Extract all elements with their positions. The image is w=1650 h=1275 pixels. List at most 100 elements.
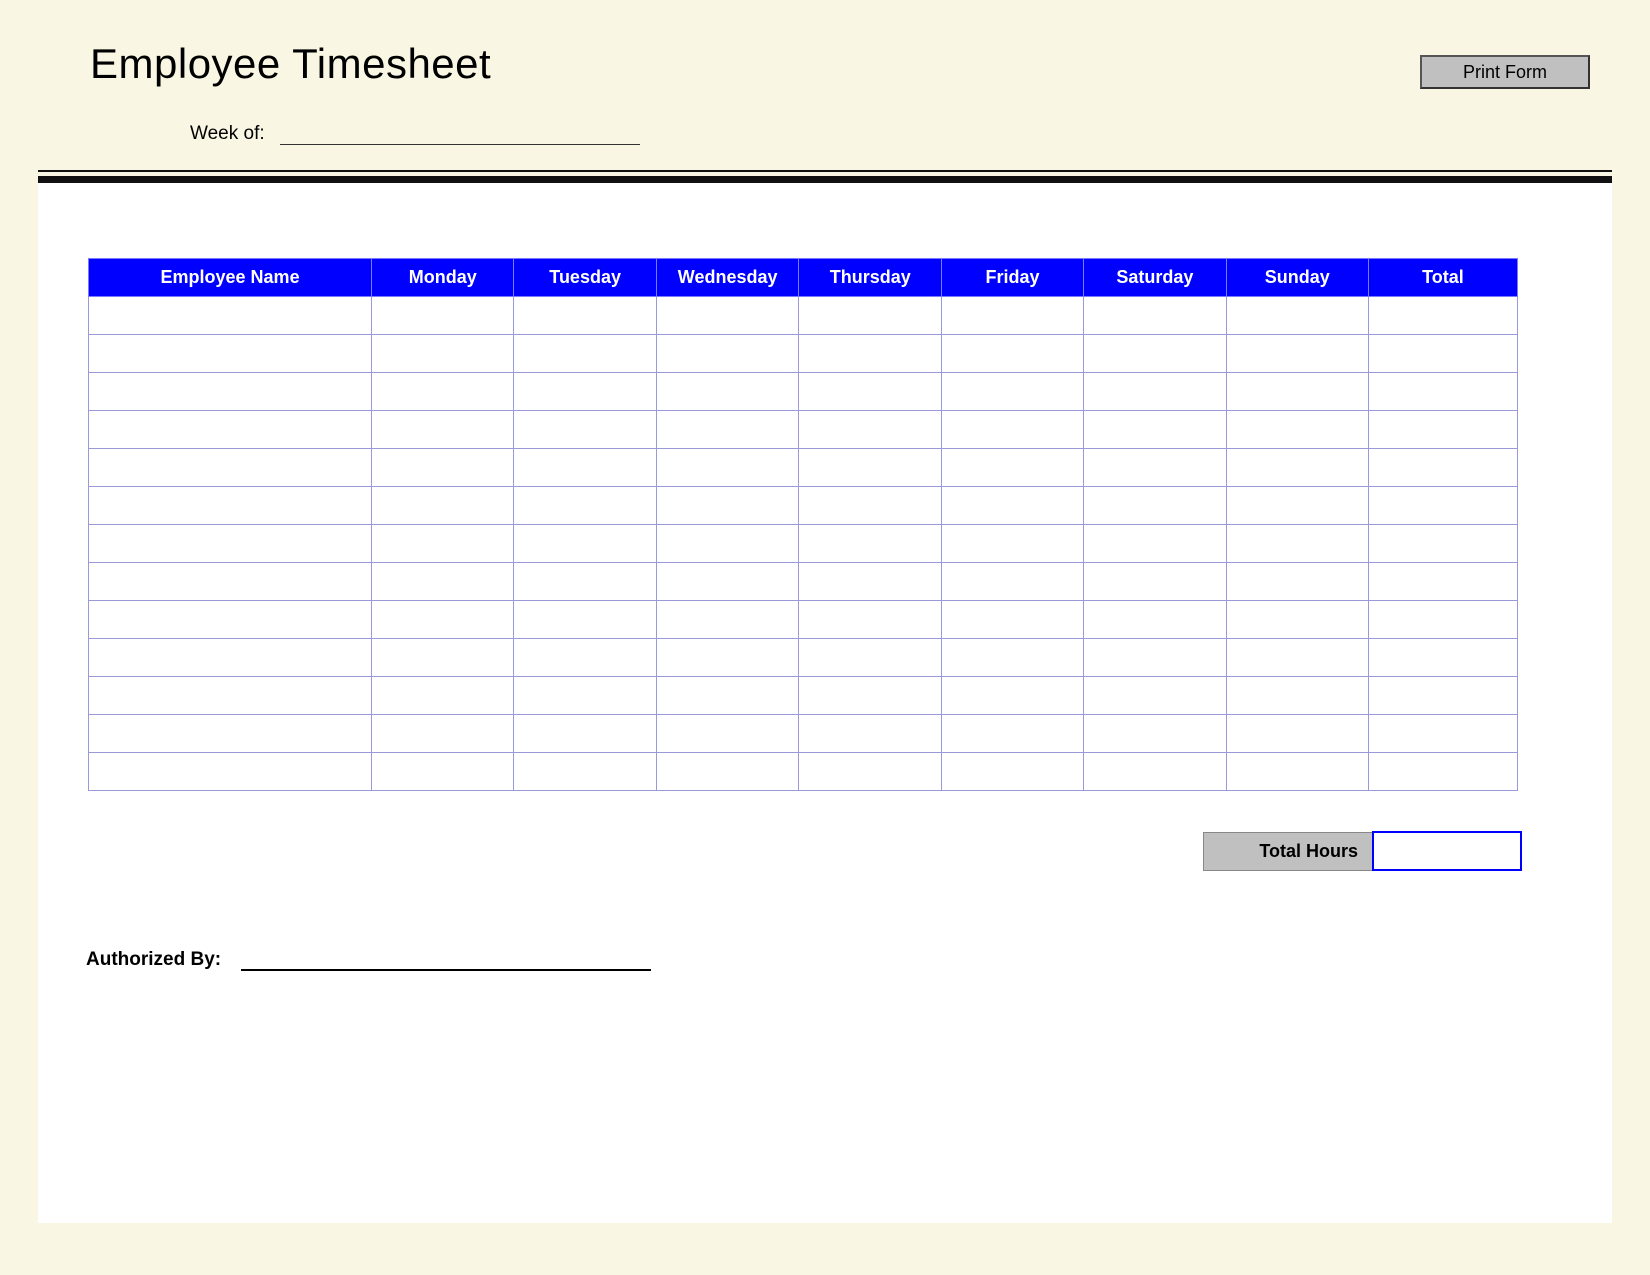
table-cell[interactable] xyxy=(372,335,514,373)
table-cell[interactable] xyxy=(1084,449,1226,487)
table-cell[interactable] xyxy=(799,715,941,753)
table-cell[interactable] xyxy=(799,411,941,449)
table-cell[interactable] xyxy=(372,753,514,791)
table-cell[interactable] xyxy=(799,449,941,487)
table-cell[interactable] xyxy=(1226,525,1368,563)
table-cell[interactable] xyxy=(89,411,372,449)
table-cell[interactable] xyxy=(89,487,372,525)
table-cell[interactable] xyxy=(1084,487,1226,525)
table-cell[interactable] xyxy=(941,715,1083,753)
table-cell[interactable] xyxy=(372,677,514,715)
table-cell[interactable] xyxy=(941,373,1083,411)
table-cell[interactable] xyxy=(656,563,799,601)
table-cell[interactable] xyxy=(1226,335,1368,373)
table-cell[interactable] xyxy=(941,487,1083,525)
table-cell[interactable] xyxy=(1368,563,1517,601)
table-cell[interactable] xyxy=(1226,487,1368,525)
table-cell[interactable] xyxy=(1226,449,1368,487)
week-of-input-line[interactable] xyxy=(280,127,640,145)
table-cell[interactable] xyxy=(799,487,941,525)
table-cell[interactable] xyxy=(1368,487,1517,525)
table-cell[interactable] xyxy=(941,563,1083,601)
table-cell[interactable] xyxy=(941,411,1083,449)
table-cell[interactable] xyxy=(1084,715,1226,753)
table-cell[interactable] xyxy=(1084,639,1226,677)
table-cell[interactable] xyxy=(89,335,372,373)
table-cell[interactable] xyxy=(514,449,656,487)
table-cell[interactable] xyxy=(656,639,799,677)
table-cell[interactable] xyxy=(1368,715,1517,753)
table-cell[interactable] xyxy=(1084,335,1226,373)
table-cell[interactable] xyxy=(514,715,656,753)
table-cell[interactable] xyxy=(799,297,941,335)
table-cell[interactable] xyxy=(656,715,799,753)
table-cell[interactable] xyxy=(372,639,514,677)
table-cell[interactable] xyxy=(1368,677,1517,715)
table-cell[interactable] xyxy=(514,753,656,791)
table-cell[interactable] xyxy=(1368,525,1517,563)
table-cell[interactable] xyxy=(1084,601,1226,639)
table-cell[interactable] xyxy=(372,373,514,411)
table-cell[interactable] xyxy=(514,297,656,335)
table-cell[interactable] xyxy=(1084,753,1226,791)
table-cell[interactable] xyxy=(656,411,799,449)
table-cell[interactable] xyxy=(89,373,372,411)
table-cell[interactable] xyxy=(941,601,1083,639)
table-cell[interactable] xyxy=(799,373,941,411)
table-cell[interactable] xyxy=(1368,411,1517,449)
table-cell[interactable] xyxy=(1368,449,1517,487)
table-cell[interactable] xyxy=(1226,563,1368,601)
table-cell[interactable] xyxy=(372,297,514,335)
table-cell[interactable] xyxy=(1226,753,1368,791)
table-cell[interactable] xyxy=(514,373,656,411)
table-cell[interactable] xyxy=(656,677,799,715)
table-cell[interactable] xyxy=(89,449,372,487)
table-cell[interactable] xyxy=(941,677,1083,715)
table-cell[interactable] xyxy=(372,411,514,449)
table-cell[interactable] xyxy=(941,753,1083,791)
table-cell[interactable] xyxy=(372,449,514,487)
table-cell[interactable] xyxy=(799,525,941,563)
table-cell[interactable] xyxy=(514,639,656,677)
table-cell[interactable] xyxy=(1368,373,1517,411)
table-cell[interactable] xyxy=(941,297,1083,335)
table-cell[interactable] xyxy=(372,487,514,525)
table-cell[interactable] xyxy=(514,601,656,639)
table-cell[interactable] xyxy=(1226,677,1368,715)
table-cell[interactable] xyxy=(1084,563,1226,601)
table-cell[interactable] xyxy=(799,677,941,715)
table-cell[interactable] xyxy=(1084,677,1226,715)
table-cell[interactable] xyxy=(372,563,514,601)
table-cell[interactable] xyxy=(941,525,1083,563)
table-cell[interactable] xyxy=(656,753,799,791)
table-cell[interactable] xyxy=(89,525,372,563)
table-cell[interactable] xyxy=(514,525,656,563)
table-cell[interactable] xyxy=(1226,601,1368,639)
table-cell[interactable] xyxy=(514,487,656,525)
table-cell[interactable] xyxy=(1226,297,1368,335)
table-cell[interactable] xyxy=(89,601,372,639)
print-form-button[interactable]: Print Form xyxy=(1420,55,1590,89)
table-cell[interactable] xyxy=(514,335,656,373)
authorized-by-input-line[interactable] xyxy=(241,953,651,971)
table-cell[interactable] xyxy=(1368,639,1517,677)
table-cell[interactable] xyxy=(1084,411,1226,449)
table-cell[interactable] xyxy=(656,335,799,373)
table-cell[interactable] xyxy=(656,297,799,335)
table-cell[interactable] xyxy=(372,715,514,753)
table-cell[interactable] xyxy=(89,639,372,677)
table-cell[interactable] xyxy=(656,487,799,525)
table-cell[interactable] xyxy=(1084,373,1226,411)
table-cell[interactable] xyxy=(89,677,372,715)
table-cell[interactable] xyxy=(799,563,941,601)
table-cell[interactable] xyxy=(799,753,941,791)
table-cell[interactable] xyxy=(89,753,372,791)
table-cell[interactable] xyxy=(1226,373,1368,411)
table-cell[interactable] xyxy=(941,639,1083,677)
table-cell[interactable] xyxy=(1084,297,1226,335)
table-cell[interactable] xyxy=(1226,411,1368,449)
table-cell[interactable] xyxy=(799,601,941,639)
table-cell[interactable] xyxy=(1084,525,1226,563)
total-hours-value[interactable] xyxy=(1373,832,1521,870)
table-cell[interactable] xyxy=(656,601,799,639)
